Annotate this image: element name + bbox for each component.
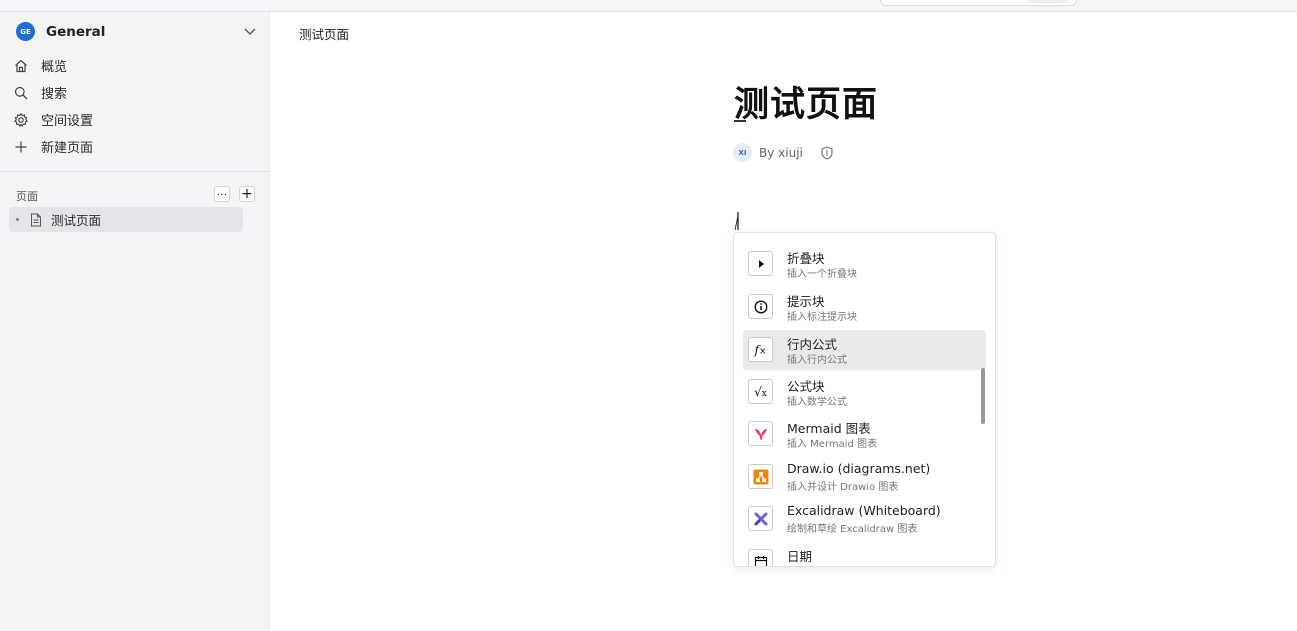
- menu-scrollbar[interactable]: [981, 368, 985, 424]
- title-underline: [734, 120, 746, 122]
- home-icon: [15, 59, 27, 72]
- menu-item-desc: 插入 Mermaid 图表: [787, 439, 878, 450]
- menu-item-desc: 绘制和草绘 Excalidraw 图表: [787, 524, 918, 535]
- sidebar-item-space-settings[interactable]: 空间设置: [13, 106, 93, 133]
- menu-item-math-block[interactable]: √x 公式块 插入数学公式: [743, 372, 986, 412]
- menu-item-date[interactable]: 日期: [743, 542, 986, 566]
- menu-item-desc: 插入标注提示块: [787, 312, 857, 323]
- sidebar-item-search[interactable]: 搜索: [13, 79, 93, 106]
- sidebar-item-label: 概览: [41, 60, 68, 75]
- mermaid-icon: [748, 421, 773, 446]
- sidebar-page-label: 测试页面: [51, 213, 102, 228]
- excalidraw-icon: [748, 506, 773, 531]
- search-icon: [14, 86, 28, 99]
- slash-command-menu: 折叠块 插入一个折叠块 提示块 插入标注提示块 f× 行内公式 插入行内公式 √…: [733, 232, 996, 567]
- pages-add-button[interactable]: +: [239, 186, 255, 202]
- menu-item-drawio[interactable]: Draw.io (diagrams.net) 插入并设计 Drawio 图表: [743, 457, 986, 497]
- shield-icon[interactable]: [819, 145, 835, 161]
- author-row: XI By xiuji: [733, 143, 835, 162]
- expand-dot-icon[interactable]: [16, 218, 19, 221]
- menu-item-title: Excalidraw (Whiteboard): [787, 503, 941, 518]
- menu-item-inline-math[interactable]: f× 行内公式 插入行内公式: [743, 330, 986, 370]
- plus-icon: [15, 141, 27, 152]
- menu-item-excalidraw[interactable]: Excalidraw (Whiteboard) 绘制和草绘 Excalidraw…: [743, 499, 986, 539]
- sidebar-divider: [0, 171, 270, 172]
- menu-item-desc: 插入数学公式: [787, 397, 847, 408]
- sidebar-item-label: 新建页面: [41, 141, 94, 156]
- sidebar: GE General 概览 搜索 空间设置 新建页面 页面 ··· + 测试页面: [0, 12, 270, 631]
- gear-icon: [13, 112, 29, 127]
- breadcrumb[interactable]: 测试页面: [299, 24, 349, 43]
- calendar-icon: [748, 549, 773, 566]
- triangle-right-icon: [748, 251, 773, 276]
- menu-item-desc: 插入一个折叠块: [787, 269, 857, 280]
- sidebar-item-overview[interactable]: 概览: [13, 52, 93, 79]
- author-text: By xiuji: [759, 145, 803, 160]
- menu-item-collapse-block[interactable]: 折叠块 插入一个折叠块: [743, 244, 986, 284]
- sidebar-nav: 概览 搜索 空间设置 新建页面: [13, 52, 93, 160]
- menu-item-desc: 插入行内公式: [787, 355, 847, 366]
- chevron-down-icon[interactable]: [243, 24, 257, 38]
- info-icon: [748, 294, 773, 319]
- sidebar-page-item[interactable]: 测试页面: [9, 207, 243, 232]
- editor-input-slash[interactable]: [734, 211, 742, 231]
- sidebar-item-label: 搜索: [41, 87, 68, 102]
- menu-item-callout[interactable]: 提示块 插入标注提示块: [743, 287, 986, 327]
- page-title[interactable]: 测试页面: [734, 76, 878, 127]
- menu-item-title: 日期: [787, 549, 813, 564]
- menu-item-desc: 插入并设计 Drawio 图表: [787, 482, 899, 493]
- workspace-name: General: [46, 23, 106, 40]
- workspace-switcher[interactable]: GE General: [16, 22, 105, 41]
- document-icon: [31, 213, 41, 226]
- pages-section-label: 页面: [16, 190, 38, 203]
- pages-more-button[interactable]: ···: [214, 186, 230, 202]
- menu-item-title: Draw.io (diagrams.net): [787, 461, 931, 476]
- drawio-icon: [748, 464, 773, 489]
- top-search-box[interactable]: [880, 0, 1077, 6]
- top-bar: [0, 0, 1297, 12]
- sidebar-item-new-page[interactable]: 新建页面: [13, 133, 93, 160]
- workspace-badge: GE: [16, 22, 35, 41]
- fx-icon: f×: [748, 337, 773, 362]
- avatar: XI: [733, 143, 752, 162]
- sqrt-icon: √x: [748, 379, 773, 404]
- menu-item-mermaid[interactable]: Mermaid 图表 插入 Mermaid 图表: [743, 414, 986, 454]
- sidebar-item-label: 空间设置: [41, 114, 94, 129]
